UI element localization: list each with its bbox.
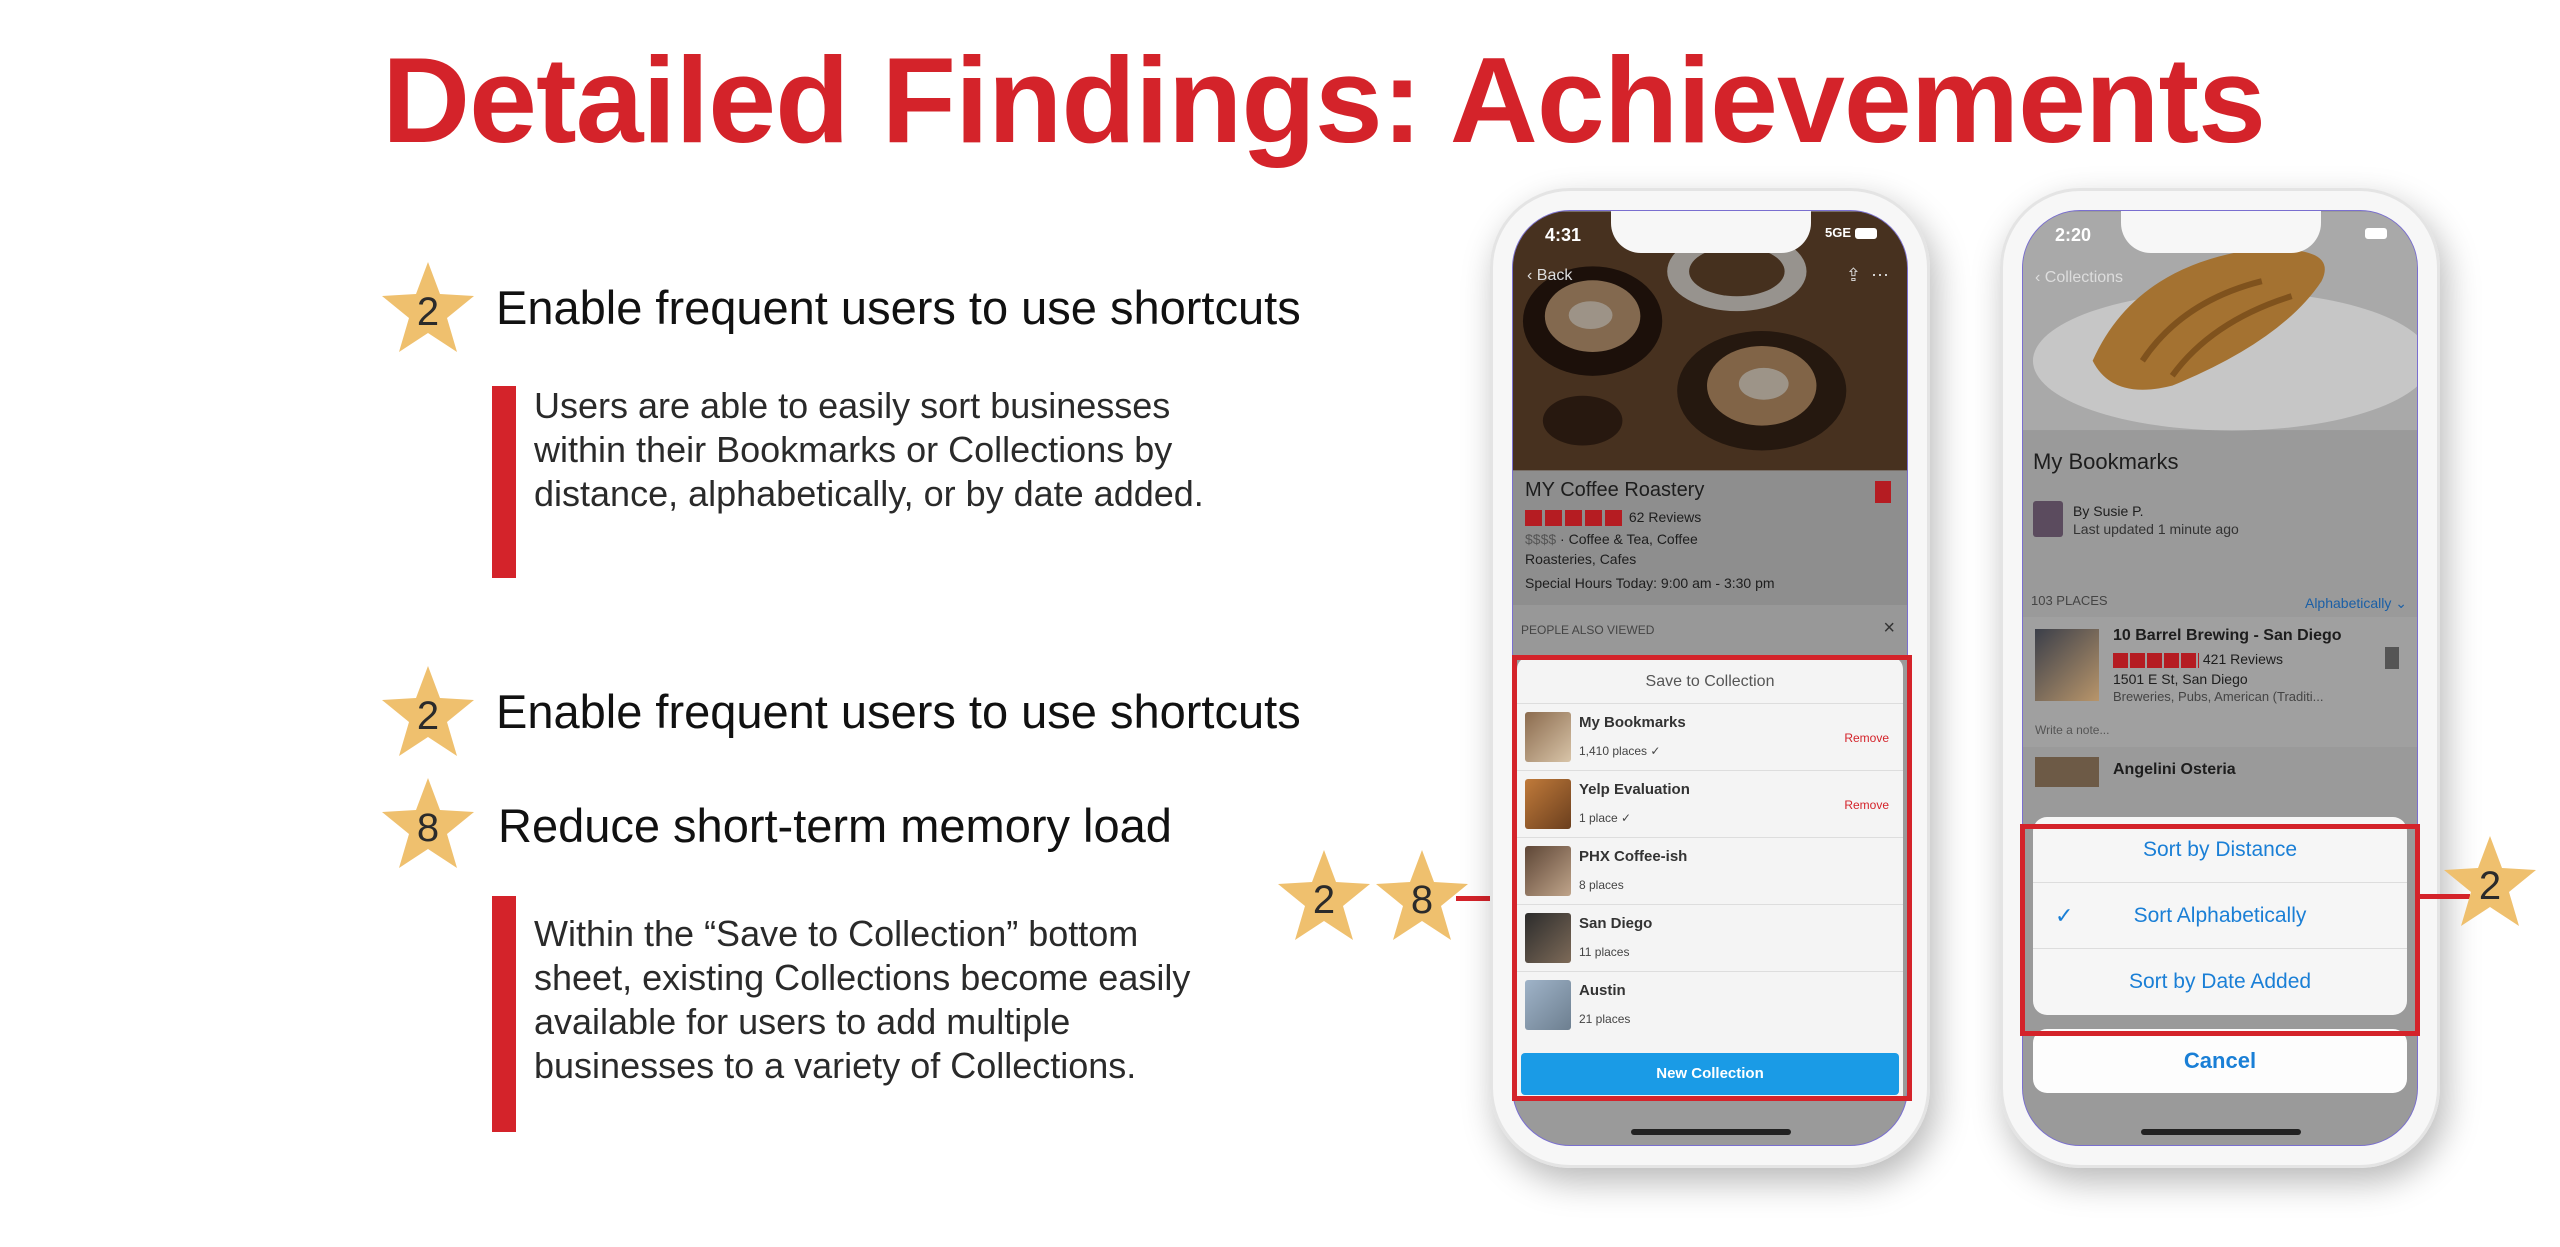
back-button[interactable]: ‹ Collections	[2035, 269, 2123, 287]
callout-star: 2	[2440, 832, 2540, 932]
note-input[interactable]: Write a note...	[2035, 723, 2109, 737]
star-badge: 2	[378, 662, 478, 762]
place-category: Breweries, Pubs, American (Traditi...	[2113, 689, 2324, 704]
finding-description: Within the “Save to Collection” bottom s…	[534, 913, 1191, 1086]
callout-number: 2	[1312, 878, 1336, 922]
slide-title: Detailed Findings: Achievements	[382, 32, 2266, 168]
accent-bar	[492, 386, 516, 578]
business-info-panel: MY Coffee Roastery 62 Reviews $$$$ · Cof…	[1513, 471, 1907, 657]
back-button[interactable]: ‹ Back	[1527, 267, 1572, 285]
home-indicator	[2141, 1129, 2301, 1135]
place-thumbnail	[2035, 629, 2099, 701]
business-hours: Special Hours Today: 9:00 am - 3:30 pm	[1525, 575, 1775, 591]
business-name: MY Coffee Roastery	[1525, 479, 1705, 501]
business-category: $$$$ · Coffee & Tea, Coffee	[1525, 531, 1698, 547]
business-category-2: Roasteries, Cafes	[1525, 551, 1637, 567]
star-badge-number: 8	[416, 806, 440, 850]
status-time: 4:31	[1545, 225, 1582, 245]
rating-stars-icon	[1525, 510, 1625, 527]
bookmark-icon[interactable]	[1875, 481, 1891, 503]
star-badge: 2	[378, 258, 478, 358]
close-icon[interactable]: ×	[1883, 617, 1895, 640]
people-also-viewed-strip: PEOPLE ALSO VIEWED ×	[1513, 605, 1907, 657]
list-owner: By Susie P.	[2073, 503, 2144, 519]
list-title: My Bookmarks	[2033, 449, 2179, 474]
avatar	[2033, 501, 2063, 537]
status-time: 2:20	[2055, 225, 2092, 245]
places-count: 103 PLACES	[2031, 593, 2108, 608]
finding-description: Users are able to easily sort businesses…	[534, 385, 1204, 514]
star-badge-number: 2	[416, 290, 440, 334]
callout-number: 2	[2478, 864, 2502, 908]
sort-dropdown[interactable]: Alphabetically ⌄	[2305, 595, 2407, 612]
place-row[interactable]: 10 Barrel Brewing - San Diego 421 Review…	[2023, 617, 2417, 747]
list-updated: Last updated 1 minute ago	[2073, 521, 2239, 537]
home-indicator	[1631, 1129, 1791, 1135]
status-signal: 5GE	[1825, 225, 1877, 240]
finding-heading: Reduce short-term memory load	[498, 799, 1172, 852]
share-more-icons[interactable]: ⇪ ⋯	[1846, 265, 1889, 286]
cancel-button[interactable]: Cancel	[2033, 1029, 2407, 1093]
battery-icon	[2365, 228, 2387, 240]
highlight-frame	[2020, 824, 2420, 1036]
status-bar: 2:20	[2053, 225, 2387, 249]
place-name: 10 Barrel Brewing - San Diego	[2113, 627, 2342, 644]
place-address: 1501 E St, San Diego	[2113, 671, 2248, 687]
place-name: Angelini Osteria	[2113, 761, 2236, 778]
status-bar: 4:31 5GE	[1543, 225, 1877, 249]
status-signal	[2361, 225, 2387, 240]
battery-icon	[1855, 228, 1877, 240]
star-badge: 8	[378, 774, 478, 874]
finding-heading: Enable frequent users to use shortcuts	[496, 685, 1301, 738]
bookmark-icon[interactable]	[2385, 647, 2399, 669]
place-rating: 421 Reviews	[2113, 651, 2283, 668]
star-badge-number: 2	[416, 694, 440, 738]
finding-heading: Enable frequent users to use shortcuts	[496, 281, 1301, 334]
place-thumbnail	[2035, 757, 2099, 787]
rating-row: 62 Reviews	[1525, 509, 1701, 527]
rating-stars-icon	[2113, 652, 2199, 668]
accent-bar	[492, 896, 516, 1132]
callout-star: 2	[1274, 846, 1374, 946]
highlight-frame	[1512, 655, 1912, 1101]
